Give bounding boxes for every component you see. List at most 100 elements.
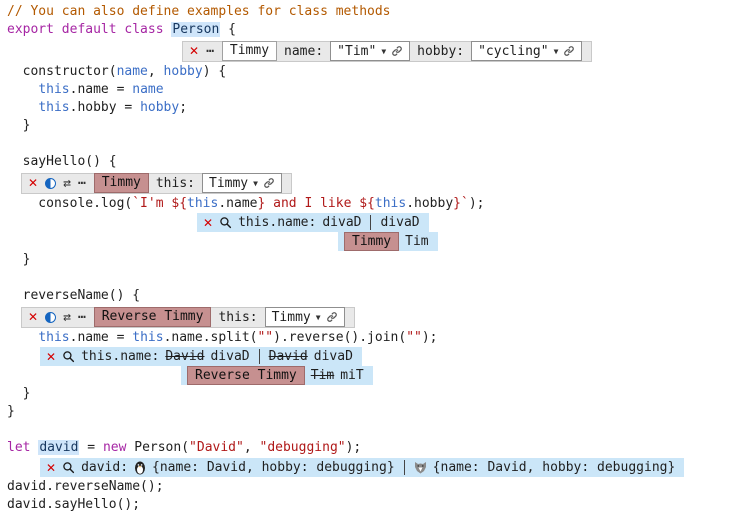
probe-panel: ✕ david: {name: David, hobby: debugging}… [40,458,684,477]
line-class-close[interactable]: } [7,403,749,421]
indent [7,100,38,115]
line-class-declaration[interactable]: export default class Person { [7,21,749,39]
string: ` [461,196,469,211]
probe-reversename-row2: Reverse Timmy Tim miT [181,366,749,385]
line-let-david[interactable]: let david = new Person("David", "debuggi… [7,439,749,457]
punct: reverseName() { [7,288,140,303]
close-icon[interactable]: ✕ [46,350,56,364]
identifier: hobby [140,100,179,115]
punct: .name = [70,330,133,345]
toggle-icon[interactable] [45,312,56,323]
probe-reversename-row1: ✕ this.name: David divaD David divaD [40,347,749,366]
swap-arrows-icon[interactable]: ⇄ [63,176,71,191]
chevron-down-icon: ▼ [316,313,321,322]
param-name-dropdown[interactable]: "Tim" ▼ [330,41,410,61]
blank-line[interactable] [7,135,749,153]
probe-old-value: David [269,349,308,364]
example-name-input[interactable]: Timmy [222,41,277,61]
comment-text: // You can also define examples for clas… [7,4,391,19]
punct: .hobby = [70,100,140,115]
probe-value: Tim [405,234,428,249]
line-assign-hobby[interactable]: this.hobby = hobby; [7,99,749,117]
link-icon[interactable] [326,311,338,323]
close-icon[interactable]: ✕ [28,310,38,324]
punct: ); [346,440,362,455]
line-comment[interactable]: // You can also define examples for clas… [7,3,749,21]
dropdown-value: "cycling" [478,44,548,59]
example-name-input[interactable]: Timmy [94,173,149,193]
class-example-widget-row: ✕ ⋯ Timmy name: "Tim" ▼ hobby: "cycling"… [182,39,749,63]
chevron-down-icon: ▼ [554,47,559,56]
link-icon[interactable] [563,45,575,57]
link-icon[interactable] [263,177,275,189]
line-reverse-assign[interactable]: this.name = this.name.split("").reverse(… [7,329,749,347]
magnifier-icon[interactable] [62,350,75,363]
dropdown-value: Timmy [209,176,248,191]
more-options-icon[interactable]: ⋯ [78,310,87,325]
string: "" [257,330,273,345]
punct: .name = [70,82,133,97]
probe-panel: ✕ this.name: divaD divaD [197,213,429,232]
this-keyword: this [132,330,163,345]
class-example-widget: ✕ ⋯ Timmy name: "Tim" ▼ hobby: "cycling"… [182,41,592,62]
probe-value: miT [340,368,363,383]
line-sayhello-declaration[interactable]: sayHello() { [7,153,749,171]
close-icon[interactable]: ✕ [46,461,56,475]
probe-sayhello-row2: Timmy Tim [338,232,749,251]
magnifier-icon[interactable] [62,461,75,474]
penguin-icon [134,461,146,475]
reversename-example-widget: ✕ ⇄ ⋯ Reverse Timmy this: Timmy ▼ [21,307,355,328]
swap-arrows-icon[interactable]: ⇄ [63,310,71,325]
probe-panel: Timmy Tim [338,232,438,251]
punct: david.reverseName(); [7,479,164,494]
blank-line[interactable] [7,421,749,439]
line-call-sayhello[interactable]: david.sayHello(); [7,496,749,514]
toggle-icon[interactable] [45,178,56,189]
punct: ).reverse().join( [273,330,406,345]
line-constructor[interactable]: constructor(name, hobby) { [7,63,749,81]
probe-old-value: Tim [311,368,334,383]
dropdown-value: Timmy [272,310,311,325]
this-dropdown[interactable]: Timmy ▼ [202,173,282,193]
this-dropdown[interactable]: Timmy ▼ [265,307,345,327]
punct: } [7,386,30,401]
probe-value: {name: David, hobby: debugging} [433,460,676,475]
indent [7,330,38,345]
string: "" [406,330,422,345]
interp-open: ${ [171,196,187,211]
example-name-input[interactable]: Reverse Timmy [94,307,212,327]
blank-line[interactable] [7,269,749,287]
line-reversename-close[interactable]: } [7,385,749,403]
sayhello-example-widget-row: ✕ ⇄ ⋯ Timmy this: Timmy ▼ [21,171,749,195]
more-options-icon[interactable]: ⋯ [78,176,87,191]
close-icon[interactable]: ✕ [28,176,38,190]
line-constructor-close[interactable]: } [7,117,749,135]
close-icon[interactable]: ✕ [203,216,213,230]
example-name-chip: Reverse Timmy [187,366,305,385]
this-keyword: this [187,196,218,211]
more-options-icon[interactable]: ⋯ [206,44,215,59]
code-editor[interactable]: // You can also define examples for clas… [0,0,749,516]
param-hobby-dropdown[interactable]: "cycling" ▼ [471,41,582,61]
punct: ; [179,100,187,115]
line-reversename-declaration[interactable]: reverseName() { [7,287,749,305]
param-hobby-label: hobby: [417,44,464,59]
magnifier-icon[interactable] [219,216,232,229]
punct: } [7,252,30,267]
punct: = [79,440,102,455]
string: "David" [189,440,244,455]
close-icon[interactable]: ✕ [189,44,199,58]
interp-open: ${ [359,196,375,211]
line-call-reversename[interactable]: david.reverseName(); [7,478,749,496]
punct: ); [469,196,485,211]
probe-value: divaD [210,349,249,364]
keyword: new [103,440,126,455]
line-sayhello-close[interactable]: } [7,251,749,269]
punct: { [220,22,236,37]
probe-label: this.name: [81,349,159,364]
line-console-log[interactable]: console.log(`I'm ${this.name} and I like… [7,195,749,213]
param-name: name [117,64,148,79]
line-assign-name[interactable]: this.name = name [7,81,749,99]
link-icon[interactable] [391,45,403,57]
probe-sayhello-row1: ✕ this.name: divaD divaD [197,213,749,232]
